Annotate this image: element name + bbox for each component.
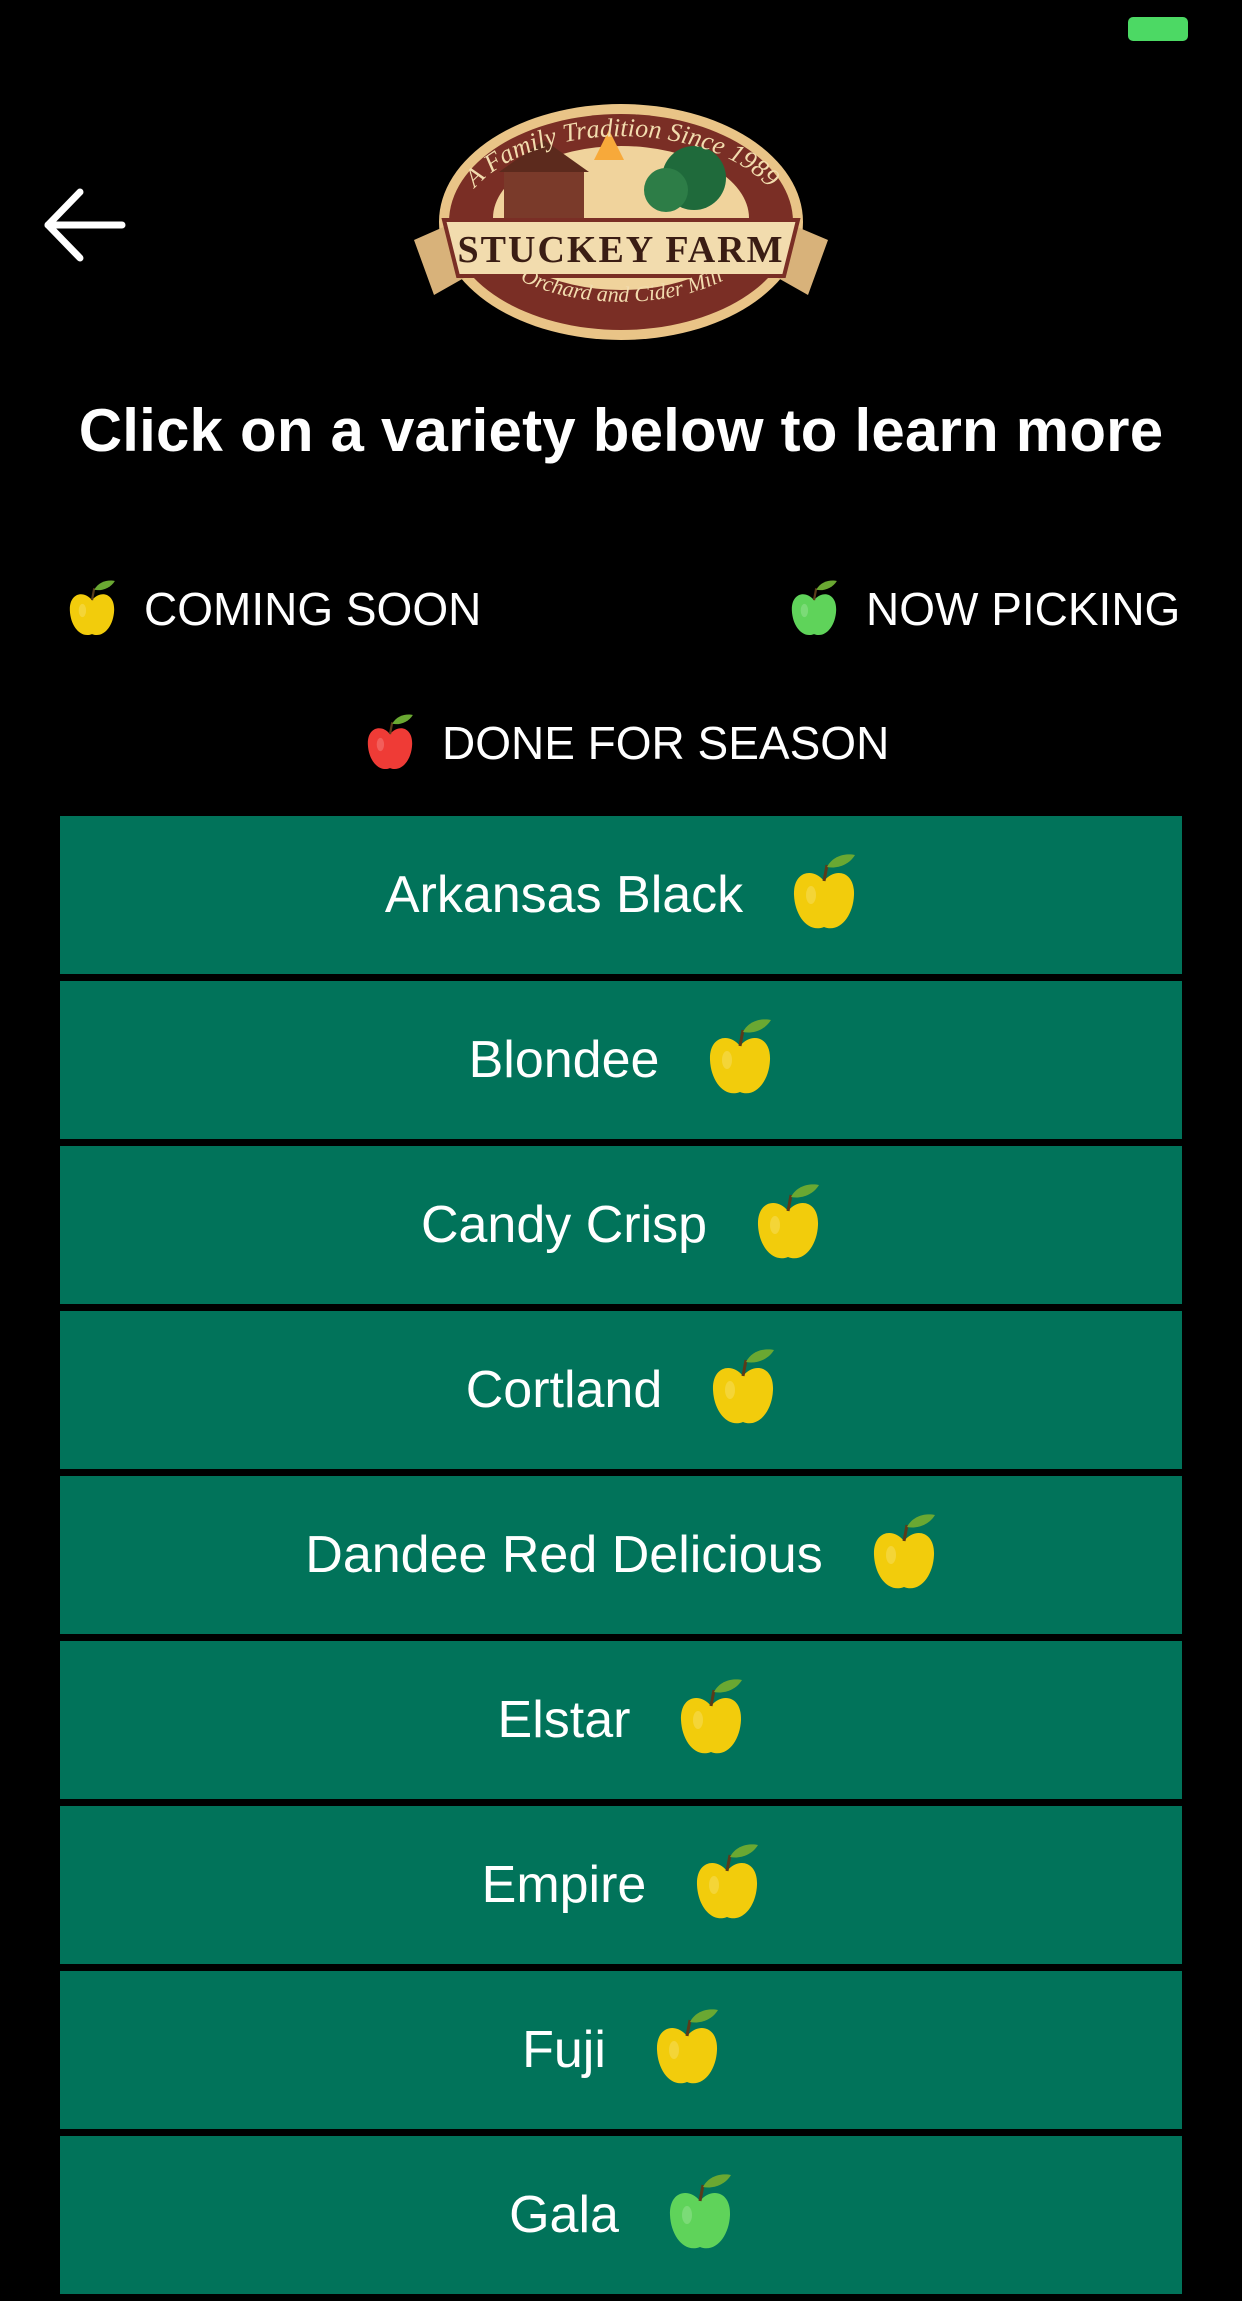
variety-name: Blondee — [468, 1031, 660, 1089]
variety-row[interactable]: Empire — [60, 1806, 1182, 1964]
variety-row[interactable]: Blondee — [60, 981, 1182, 1139]
variety-list: Arkansas Black Blondee Candy Crisp Cortland… — [60, 816, 1182, 2301]
back-arrow-icon[interactable] — [40, 180, 130, 270]
green-apple-icon — [667, 2171, 733, 2255]
yellow-apple-icon — [791, 851, 857, 935]
variety-row[interactable]: Fuji — [60, 1971, 1182, 2129]
variety-row[interactable]: Candy Crisp — [60, 1146, 1182, 1304]
variety-row[interactable]: Elstar — [60, 1641, 1182, 1799]
battery-icon — [1128, 17, 1188, 41]
variety-row[interactable]: Cortland — [60, 1311, 1182, 1469]
yellow-apple-icon — [694, 1841, 760, 1925]
yellow-apple-icon — [678, 1676, 744, 1760]
page-headline: Click on a variety below to learn more — [78, 397, 1164, 464]
yellow-apple-icon — [707, 1016, 773, 1100]
legend-now-picking: NOW PICKING — [788, 578, 1180, 640]
variety-name: Empire — [481, 1856, 647, 1914]
variety-name: Candy Crisp — [420, 1196, 708, 1254]
legend-done-for-season: DONE FOR SEASON — [364, 712, 889, 774]
variety-name: Cortland — [465, 1361, 663, 1419]
legend-now-picking-label: NOW PICKING — [866, 583, 1181, 635]
yellow-apple-icon — [654, 2006, 720, 2090]
stuckey-farm-logo: STUCKEY FARM A Family Tradition Since 19… — [404, 100, 838, 352]
variety-row[interactable]: Gala — [60, 2136, 1182, 2294]
yellow-apple-icon — [66, 578, 118, 640]
variety-name: Arkansas Black — [384, 866, 744, 924]
variety-row[interactable]: Dandee Red Delicious — [60, 1476, 1182, 1634]
legend-coming-soon-label: COMING SOON — [144, 583, 482, 635]
variety-name: Fuji — [522, 2021, 606, 2079]
logo-name-text: STUCKEY FARM — [458, 229, 785, 271]
legend-coming-soon: COMING SOON — [66, 578, 481, 640]
variety-name: Dandee Red Delicious — [305, 1526, 823, 1584]
variety-row[interactable]: Arkansas Black — [60, 816, 1182, 974]
green-apple-icon — [788, 578, 840, 640]
yellow-apple-icon — [871, 1511, 937, 1595]
yellow-apple-icon — [710, 1346, 776, 1430]
variety-name: Elstar — [497, 1691, 631, 1749]
yellow-apple-icon — [755, 1181, 821, 1265]
red-apple-icon — [364, 712, 416, 774]
legend-done-for-season-label: DONE FOR SEASON — [442, 717, 890, 769]
variety-name: Gala — [509, 2186, 619, 2244]
